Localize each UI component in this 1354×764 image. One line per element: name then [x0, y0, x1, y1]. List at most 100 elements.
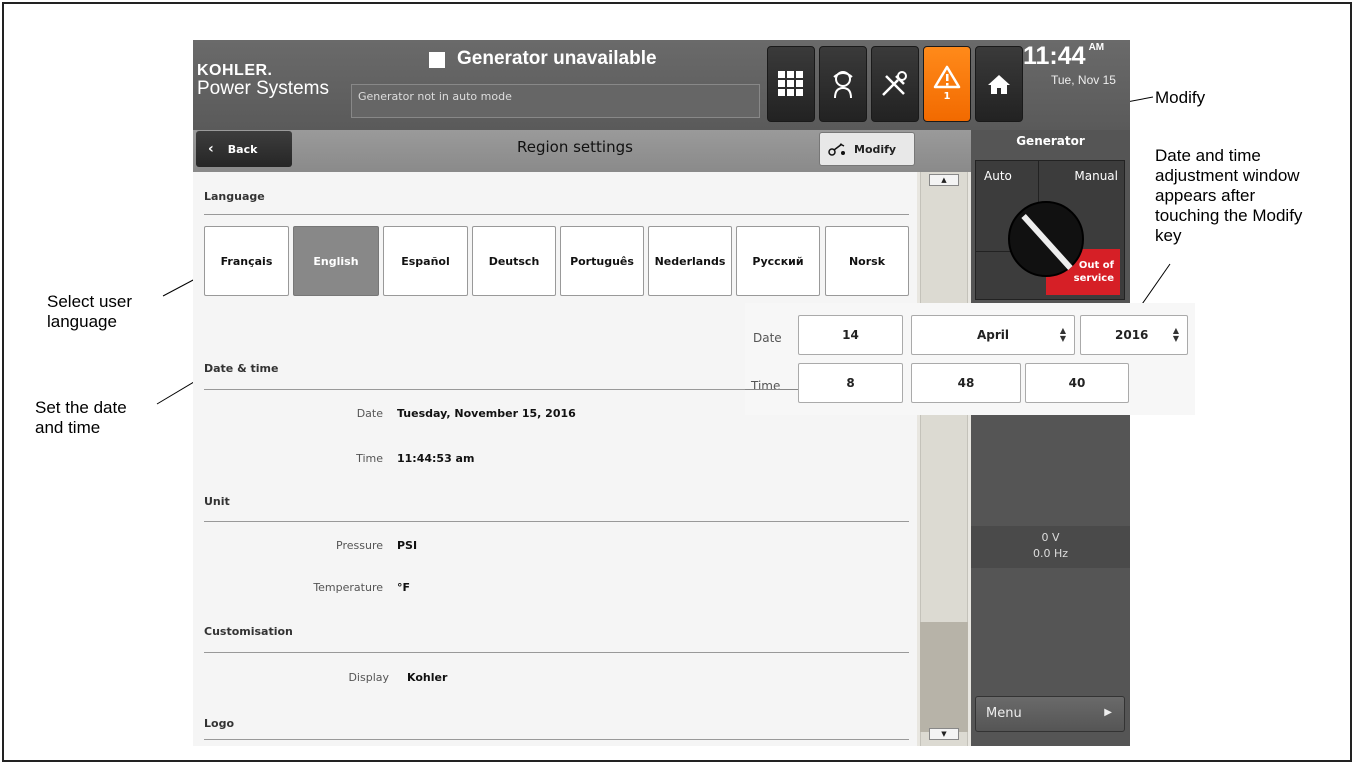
unit-heading: Unit: [204, 495, 230, 508]
day-input[interactable]: 14: [798, 315, 903, 355]
display-value: Kohler: [407, 671, 448, 684]
modify-label: Modify: [854, 142, 897, 156]
language-button[interactable]: Français: [204, 226, 289, 296]
knob-pointer: [1021, 213, 1073, 271]
clock: 11:44 AM Tue, Nov 15: [1023, 42, 1116, 87]
generator-panel: Generator Auto Manual Out of service 0 V…: [971, 130, 1130, 746]
callout-adjust-window: Date and time adjustment window appears …: [1155, 146, 1302, 246]
divider: [204, 521, 909, 522]
wrench-icon: [828, 143, 845, 156]
dashboard-grid-icon: [778, 71, 803, 96]
alarm-button[interactable]: 1: [923, 46, 971, 122]
output-readout: 0 V 0.0 Hz: [971, 526, 1130, 568]
page-title: Region settings: [517, 138, 633, 156]
pressure-value: PSI: [397, 539, 418, 552]
date-label: Date: [356, 407, 383, 420]
divider: [745, 389, 801, 390]
dashboard-button[interactable]: [767, 46, 815, 122]
chevron-left-icon: ‹: [208, 141, 214, 157]
divider: [204, 739, 909, 740]
modify-button[interactable]: Modify: [819, 132, 915, 166]
second-input[interactable]: 40: [1025, 363, 1129, 403]
adjust-date-label: Date: [753, 331, 782, 345]
back-button[interactable]: ‹ Back: [196, 131, 292, 167]
nav-bar: ‹ Back Region settings Modify: [193, 130, 971, 172]
callout-language-line: language: [47, 312, 117, 331]
pressure-label: Pressure: [336, 539, 383, 552]
language-button[interactable]: Português: [560, 226, 644, 296]
datetime-adjust-window: Date 14 April ▲ ▼ 2016 ▲ ▼ Time 8 48 40: [745, 303, 1195, 415]
callout-modify: Modify: [1155, 88, 1206, 107]
menu-label: Menu: [986, 706, 1022, 721]
language-button[interactable]: Deutsch: [472, 226, 556, 296]
chevron-right-icon: ▶: [1104, 707, 1112, 718]
technician-button[interactable]: [819, 46, 867, 122]
status-square-icon: [429, 52, 445, 68]
time-value: 11:44:53 am: [397, 452, 475, 465]
language-button[interactable]: English: [293, 226, 379, 296]
scroll-down-button[interactable]: ▼: [929, 728, 959, 740]
voltage-value: 0 V: [1041, 531, 1060, 544]
status-message: Generator not in auto mode: [351, 84, 760, 118]
clock-ampm: AM: [1088, 42, 1105, 53]
alarm-count: 1: [943, 91, 951, 102]
alarm-content: 1: [932, 61, 962, 107]
year-select[interactable]: 2016 ▲ ▼: [1080, 315, 1188, 355]
home-icon: [988, 75, 1010, 94]
datetime-heading: Date & time: [204, 362, 279, 375]
clock-time: 11:44: [1023, 42, 1086, 70]
minute-input[interactable]: 48: [911, 363, 1021, 403]
callout-adjust-line: appears after: [1155, 186, 1256, 205]
language-button[interactable]: Español: [383, 226, 468, 296]
temperature-label: Temperature: [313, 581, 383, 594]
mode-manual-label[interactable]: Manual: [1074, 169, 1118, 183]
language-button[interactable]: Nederlands: [648, 226, 732, 296]
adjust-time-label: Time: [751, 379, 781, 393]
settings-content: Language Français English Español Deutsch Po…: [193, 172, 917, 746]
spinner-updown-icon: ▲ ▼: [1059, 326, 1066, 343]
callout-adjust-line: Date and time: [1155, 146, 1261, 165]
display-label: Display: [348, 671, 389, 684]
divider: [204, 214, 909, 215]
top-bar: KOHLER. Power Systems Generator unavaila…: [193, 40, 1130, 130]
mode-auto-label[interactable]: Auto: [984, 169, 1012, 183]
callout-datetime: Set the date and time: [35, 398, 127, 438]
time-label: Time: [356, 452, 383, 465]
year-value: 2016: [1115, 328, 1149, 342]
customisation-heading: Customisation: [204, 625, 293, 638]
tools-icon: [882, 71, 907, 96]
month-select[interactable]: April ▲ ▼: [911, 315, 1075, 355]
language-heading: Language: [204, 190, 265, 203]
generator-title: Generator: [1016, 134, 1085, 148]
language-button[interactable]: Norsk: [825, 226, 909, 296]
menu-button[interactable]: Menu ▶: [975, 696, 1125, 732]
back-label: Back: [227, 142, 258, 156]
frequency-value: 0.0 Hz: [1032, 547, 1069, 560]
callout-language: Select user language: [47, 292, 132, 332]
mode-knob[interactable]: [1008, 201, 1084, 277]
tools-button[interactable]: [871, 46, 919, 122]
callout-datetime-line: Set the date: [35, 398, 127, 417]
callout-adjust-line: key: [1155, 226, 1182, 245]
mode-selector[interactable]: Auto Manual Out of service: [975, 160, 1125, 300]
status-title: Generator unavailable: [457, 48, 657, 69]
hour-input[interactable]: 8: [798, 363, 903, 403]
callout-language-line: Select user: [47, 292, 133, 311]
scrollbar-thumb[interactable]: [920, 622, 968, 732]
scrollbar[interactable]: ▲ ▼: [917, 172, 971, 746]
technician-icon: [833, 71, 853, 99]
home-button[interactable]: [975, 46, 1023, 122]
language-button[interactable]: Русский: [736, 226, 820, 296]
month-value: April: [976, 328, 1010, 342]
clock-date: Tue, Nov 15: [1051, 73, 1116, 87]
logo-heading: Logo: [204, 717, 234, 730]
spinner-updown-icon: ▲ ▼: [1172, 326, 1179, 343]
warning-icon: [933, 65, 961, 89]
temperature-value: °F: [397, 581, 411, 594]
callout-adjust-line: adjustment window: [1155, 166, 1300, 185]
scroll-up-button[interactable]: ▲: [929, 174, 959, 186]
callout-adjust-line: touching the Modify: [1155, 206, 1303, 225]
divider: [204, 652, 909, 653]
date-value: Tuesday, November 15, 2016: [397, 407, 576, 420]
brand-subtitle: Power Systems: [197, 78, 329, 99]
